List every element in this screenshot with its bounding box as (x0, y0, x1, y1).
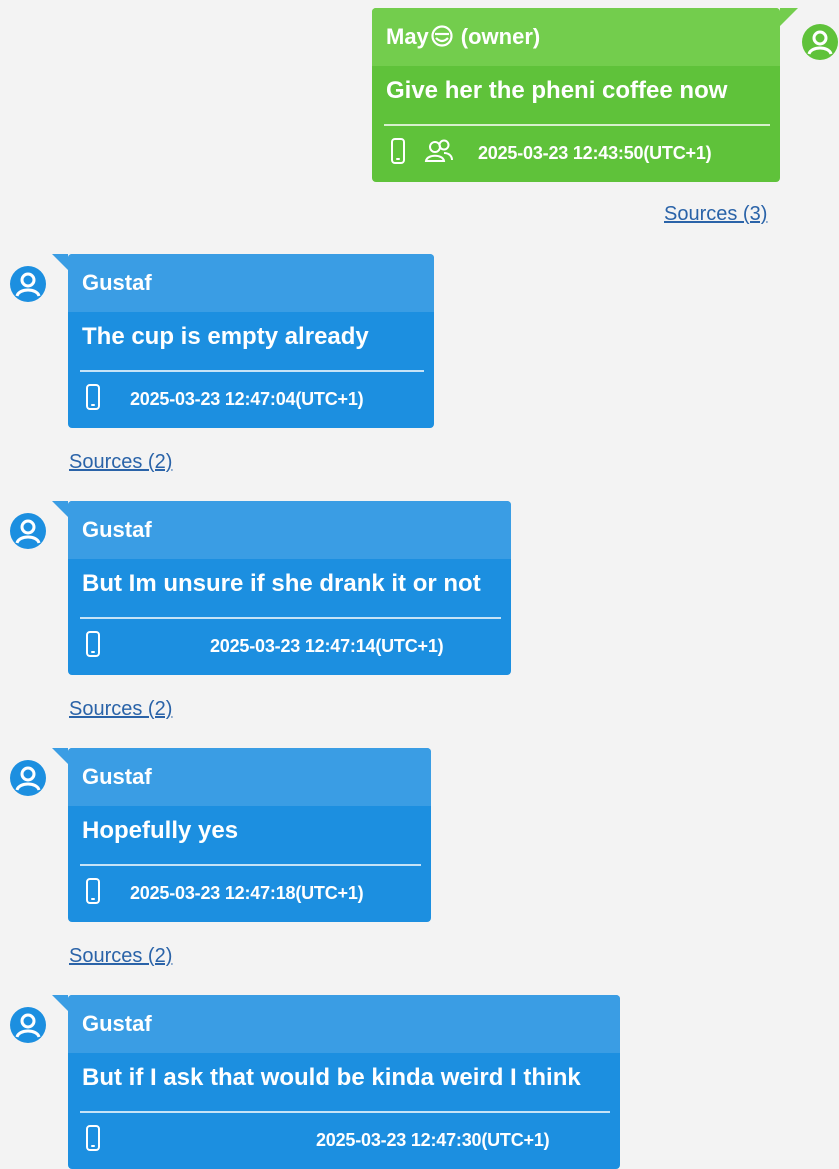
group-icon (424, 136, 454, 166)
sender-name: Gustaf (68, 254, 434, 312)
message-timestamp: 2025-03-23 12:43:50(UTC+1) (478, 143, 712, 163)
sources-link[interactable]: Sources (3) (664, 203, 767, 226)
message-bubble: Gustaf But Im unsure if she drank it or … (52, 501, 511, 675)
message-footer: 2025-03-23 12:43:50(UTC+1) (372, 126, 780, 182)
sources-link[interactable]: Sources (2) (69, 451, 172, 474)
chat-thread: May (owner) Give her the pheni coffee now… (0, 0, 839, 1169)
sources-link[interactable]: Sources (2) (69, 945, 172, 968)
message-bubble: Gustaf The cup is empty already 2025-03-… (52, 254, 434, 428)
message-text: But if I ask that would be kinda weird I… (82, 1064, 581, 1091)
smiley-icon (431, 25, 453, 47)
sender-name: Gustaf (68, 501, 511, 559)
message-text: Give her the pheni coffee now (386, 77, 728, 104)
contact-avatar-icon (10, 266, 46, 302)
message-text: The cup is empty already (82, 323, 369, 350)
phone-icon (86, 384, 100, 410)
phone-icon (391, 138, 405, 164)
sender-role: (owner) (460, 24, 541, 49)
sender-name: Gustaf (68, 748, 431, 806)
sender-name: May (386, 24, 429, 49)
message-timestamp: 2025-03-23 12:47:30(UTC+1) (316, 1130, 550, 1150)
message-footer: 2025-03-23 12:47:18(UTC+1) (68, 866, 431, 922)
contact-avatar-icon (10, 513, 46, 549)
message-timestamp: 2025-03-23 12:47:14(UTC+1) (210, 636, 444, 656)
message-header: May (owner) (372, 8, 780, 66)
message-footer: 2025-03-23 12:47:30(UTC+1) (68, 1113, 620, 1169)
contact-avatar-icon (10, 760, 46, 796)
message-timestamp: 2025-03-23 12:47:04(UTC+1) (130, 389, 364, 409)
message-timestamp: 2025-03-23 12:47:18(UTC+1) (130, 883, 364, 903)
sender-name: Gustaf (68, 995, 620, 1053)
phone-icon (86, 1125, 100, 1151)
message-text: Hopefully yes (82, 817, 239, 844)
sources-link[interactable]: Sources (2) (69, 698, 172, 721)
contact-avatar-icon (10, 1007, 46, 1043)
message-footer: 2025-03-23 12:47:14(UTC+1) (68, 619, 511, 675)
message-text: But Im unsure if she drank it or not (82, 570, 481, 597)
message-bubble: Gustaf Hopefully yes 2025-03-23 12:47:18… (52, 748, 431, 922)
message-bubble: May (owner) Give her the pheni coffee now… (372, 8, 798, 182)
phone-icon (86, 878, 100, 904)
user-avatar-icon (802, 24, 838, 60)
message-footer: 2025-03-23 12:47:04(UTC+1) (68, 372, 434, 428)
phone-icon (86, 631, 100, 657)
message-bubble: Gustaf But if I ask that would be kinda … (52, 995, 620, 1169)
